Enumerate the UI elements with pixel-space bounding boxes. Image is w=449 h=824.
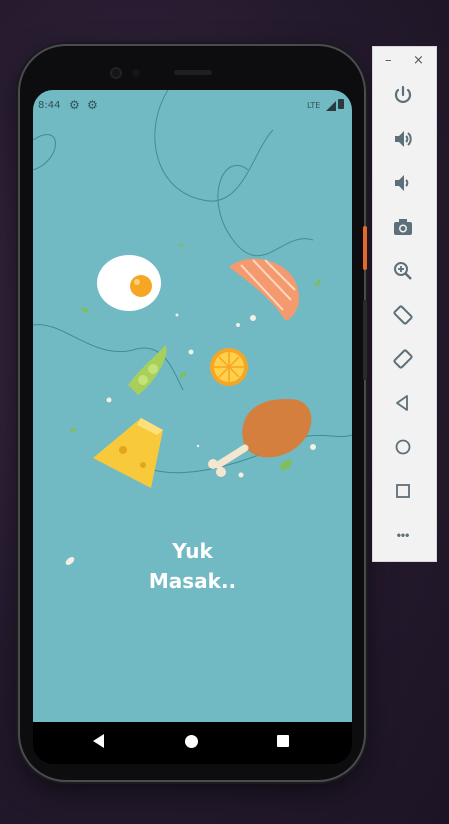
rotate-left-icon[interactable] [390,302,416,328]
volume-up-icon[interactable] [390,126,416,152]
zoom-icon[interactable] [390,258,416,284]
lemon-slice-icon [210,348,248,386]
sensor-icon [132,69,140,77]
home-icon[interactable] [390,434,416,460]
title-line-2: Masak.. [148,569,237,593]
cheese-icon [93,418,163,488]
navigation-bar [33,722,352,764]
earpiece-speaker [174,70,212,75]
recents-nav-icon[interactable] [277,735,289,747]
splash-title: Yuk Masak.. [33,536,352,596]
overview-icon[interactable] [390,478,416,504]
back-icon[interactable] [390,390,416,416]
power-icon[interactable] [390,82,416,108]
salmon-icon [229,258,300,321]
home-nav-icon[interactable] [185,735,198,748]
chicken-drumstick-icon [208,399,312,477]
power-side-button[interactable] [363,226,367,270]
minimize-button[interactable]: – [385,53,392,68]
close-button[interactable]: × [413,53,424,68]
title-line-1: Yuk [172,539,213,563]
emulator-toolbar: – × ••• [372,46,437,562]
camera-icon[interactable] [390,214,416,240]
back-nav-icon[interactable] [93,734,104,748]
front-camera-icon [110,67,122,79]
volume-down-icon[interactable] [390,170,416,196]
rotate-right-icon[interactable] [390,346,416,372]
fried-egg-icon [97,255,161,311]
edamame-icon [128,345,167,395]
more-icon[interactable]: ••• [390,522,416,548]
app-screen: 8:44 ⚙ ⚙ LTE Yuk Masak.. [33,90,352,722]
food-illustration [33,90,352,565]
volume-side-button[interactable] [363,300,367,380]
